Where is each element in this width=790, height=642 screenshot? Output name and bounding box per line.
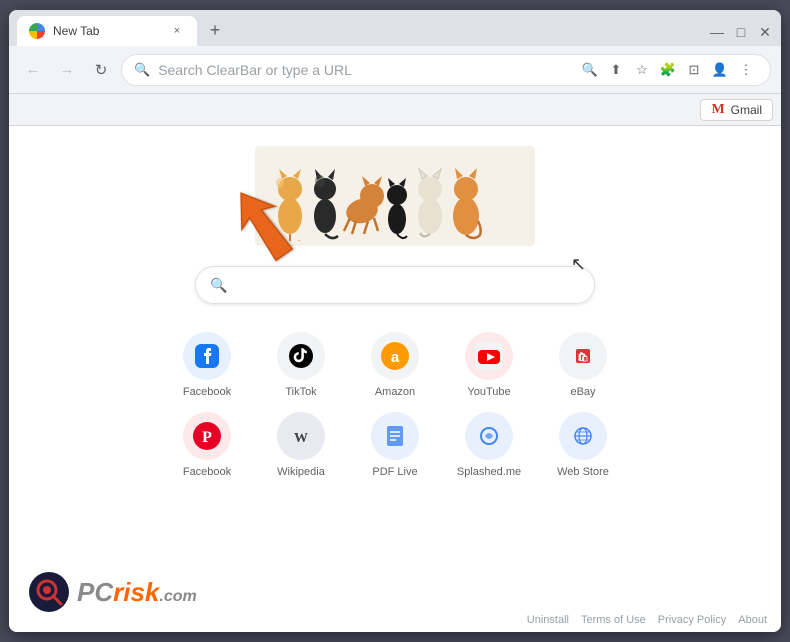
address-icons: 🔍 ⬆ ☆ 🧩 ⊡ 👤 ⋮ bbox=[578, 58, 758, 82]
tab-favicon bbox=[29, 23, 45, 39]
footer-privacy[interactable]: Privacy Policy bbox=[658, 614, 726, 626]
address-bar[interactable]: 🔍 Search ClearBar or type a URL 🔍 ⬆ ☆ 🧩 … bbox=[121, 54, 771, 86]
pdflive-icon-wrap bbox=[371, 412, 419, 460]
shortcuts-row-1: Facebook TikTok a bbox=[167, 332, 623, 398]
webstore-icon-wrap bbox=[559, 412, 607, 460]
gmail-label: Gmail bbox=[731, 103, 762, 117]
shortcut-webstore[interactable]: Web Store bbox=[543, 412, 623, 478]
shortcut-facebook[interactable]: Facebook bbox=[167, 332, 247, 398]
pcrisk-icon bbox=[29, 572, 69, 612]
address-search-icon: 🔍 bbox=[134, 62, 150, 78]
new-tab-button[interactable]: + bbox=[201, 16, 229, 44]
tab-strip: New Tab × + bbox=[17, 16, 709, 46]
tab-close-button[interactable]: × bbox=[169, 23, 185, 39]
facebook-label: Facebook bbox=[183, 386, 231, 398]
footer-terms[interactable]: Terms of Use bbox=[581, 614, 646, 626]
svg-text:🛍: 🛍 bbox=[577, 351, 588, 362]
svg-text:a: a bbox=[391, 349, 400, 366]
youtube-label: YouTube bbox=[467, 386, 510, 398]
shortcut-pdflive[interactable]: PDF Live bbox=[355, 412, 435, 478]
page-content: ↖ bbox=[9, 126, 781, 632]
splashed-icon-wrap bbox=[465, 412, 513, 460]
tiktok-label: TikTok bbox=[285, 386, 316, 398]
maximize-button[interactable]: □ bbox=[733, 24, 749, 40]
shortcut-pinterest[interactable]: P Facebook bbox=[167, 412, 247, 478]
minimize-button[interactable]: — bbox=[709, 24, 725, 40]
bookmarks-bar: M Gmail bbox=[9, 94, 781, 126]
ebay-label: eBay bbox=[570, 386, 595, 398]
profile-icon[interactable]: 👤 bbox=[708, 58, 732, 82]
extensions-icon[interactable]: 🧩 bbox=[656, 58, 680, 82]
pcrisk-pc-text: PC bbox=[77, 577, 113, 607]
tiktok-icon-wrap bbox=[277, 332, 325, 380]
shortcut-ebay[interactable]: 🛍 eBay bbox=[543, 332, 623, 398]
back-button[interactable]: ← bbox=[19, 56, 47, 84]
title-bar: New Tab × + — □ ✕ bbox=[9, 10, 781, 46]
pcrisk-risk-text: risk bbox=[113, 577, 159, 607]
webstore-label: Web Store bbox=[557, 466, 609, 478]
splashed-label: Splashed.me bbox=[457, 466, 521, 478]
footer-about[interactable]: About bbox=[738, 614, 767, 626]
browser-window: New Tab × + — □ ✕ ← → ↻ 🔍 Search ClearBa… bbox=[9, 10, 781, 632]
shortcut-wikipedia[interactable]: W Wikipedia bbox=[261, 412, 341, 478]
shortcuts-row-2: P Facebook W Wikipedia bbox=[167, 412, 623, 478]
cat-banner bbox=[255, 146, 535, 246]
pdflive-label: PDF Live bbox=[372, 466, 417, 478]
amazon-icon-wrap: a bbox=[371, 332, 419, 380]
reload-button[interactable]: ↻ bbox=[87, 56, 115, 84]
pcrisk-text: PCrisk.com bbox=[77, 577, 197, 608]
main-search-box[interactable]: 🔍 bbox=[195, 266, 595, 304]
nav-bar: ← → ↻ 🔍 Search ClearBar or type a URL 🔍 … bbox=[9, 46, 781, 94]
amazon-label: Amazon bbox=[375, 386, 415, 398]
youtube-icon-wrap bbox=[465, 332, 513, 380]
shortcut-splashed[interactable]: Splashed.me bbox=[449, 412, 529, 478]
share-icon[interactable]: ⬆ bbox=[604, 58, 628, 82]
main-search-icon: 🔍 bbox=[210, 277, 227, 294]
search-lens-icon[interactable]: 🔍 bbox=[578, 58, 602, 82]
address-text: Search ClearBar or type a URL bbox=[158, 62, 570, 78]
gmail-button[interactable]: M Gmail bbox=[700, 99, 773, 121]
forward-button[interactable]: → bbox=[53, 56, 81, 84]
page-footer: Uninstall Terms of Use Privacy Policy Ab… bbox=[527, 614, 767, 626]
shortcut-youtube[interactable]: YouTube bbox=[449, 332, 529, 398]
ebay-icon-wrap: 🛍 bbox=[559, 332, 607, 380]
svg-text:W: W bbox=[294, 431, 308, 446]
pcrisk-com-text: .com bbox=[159, 588, 196, 605]
svg-text:P: P bbox=[202, 429, 212, 446]
pcrisk-brand: PCrisk.com bbox=[29, 572, 197, 612]
close-button[interactable]: ✕ bbox=[757, 24, 773, 40]
bookmark-star-icon[interactable]: ☆ bbox=[630, 58, 654, 82]
sidebar-toggle-icon[interactable]: ⊡ bbox=[682, 58, 706, 82]
menu-icon[interactable]: ⋮ bbox=[734, 58, 758, 82]
tab-title: New Tab bbox=[53, 24, 161, 38]
pinterest-icon-wrap: P bbox=[183, 412, 231, 460]
window-controls: — □ ✕ bbox=[709, 24, 773, 40]
gmail-m-icon: M bbox=[711, 102, 724, 118]
footer-uninstall[interactable]: Uninstall bbox=[527, 614, 569, 626]
wikipedia-icon-wrap: W bbox=[277, 412, 325, 460]
facebook-icon-wrap bbox=[183, 332, 231, 380]
shortcut-tiktok[interactable]: TikTok bbox=[261, 332, 341, 398]
wikipedia-label: Wikipedia bbox=[277, 466, 325, 478]
shortcut-amazon[interactable]: a Amazon bbox=[355, 332, 435, 398]
active-tab[interactable]: New Tab × bbox=[17, 16, 197, 46]
pinterest-label: Facebook bbox=[183, 466, 231, 478]
